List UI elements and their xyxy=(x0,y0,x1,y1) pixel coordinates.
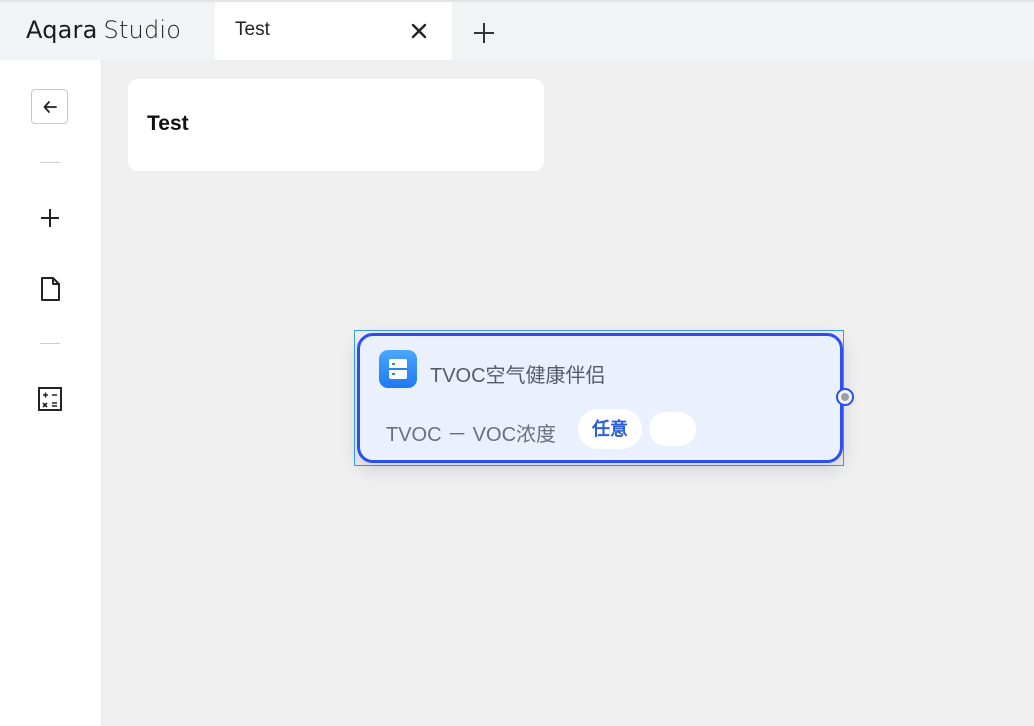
close-icon[interactable] xyxy=(407,19,431,43)
device-node[interactable]: TVOC空气健康伴侣 TVOC － VOC浓度 任意 xyxy=(357,333,843,463)
app-logo: Aqara Studio xyxy=(26,16,181,44)
add-tab-button[interactable] xyxy=(470,19,498,47)
condition-value-pill[interactable]: 任意 xyxy=(578,409,642,449)
condition-extra-pill[interactable] xyxy=(649,412,696,446)
back-button[interactable] xyxy=(31,89,68,124)
page-title: Test xyxy=(147,112,189,135)
canvas[interactable]: Test TVOC空气健康伴侣 TVOC － VOC浓度 任意 xyxy=(102,60,1034,726)
tab-label: Test xyxy=(235,19,270,40)
toolbar-divider xyxy=(40,343,60,344)
document-button[interactable] xyxy=(36,275,64,303)
node-condition: TVOC － VOC浓度 xyxy=(386,424,557,446)
left-toolbar xyxy=(0,60,102,726)
document-icon xyxy=(41,277,60,301)
logo-product: Studio xyxy=(103,16,182,44)
node-title: TVOC空气健康伴侣 xyxy=(430,365,606,387)
plus-icon xyxy=(41,209,59,227)
title-card[interactable]: Test xyxy=(128,79,544,171)
toolbar-divider xyxy=(40,162,60,163)
node-output-port[interactable] xyxy=(836,388,854,406)
arrow-left-icon xyxy=(43,101,57,113)
port-dot xyxy=(841,393,849,401)
device-icon xyxy=(379,350,417,388)
tab-test[interactable]: Test xyxy=(215,2,452,60)
plus-icon xyxy=(474,23,494,43)
add-button[interactable] xyxy=(36,204,64,232)
top-bar: Aqara Studio Test xyxy=(0,0,1034,60)
calculator-icon xyxy=(38,387,62,411)
calculator-button[interactable] xyxy=(36,385,64,413)
logo-brand: Aqara xyxy=(26,16,98,44)
